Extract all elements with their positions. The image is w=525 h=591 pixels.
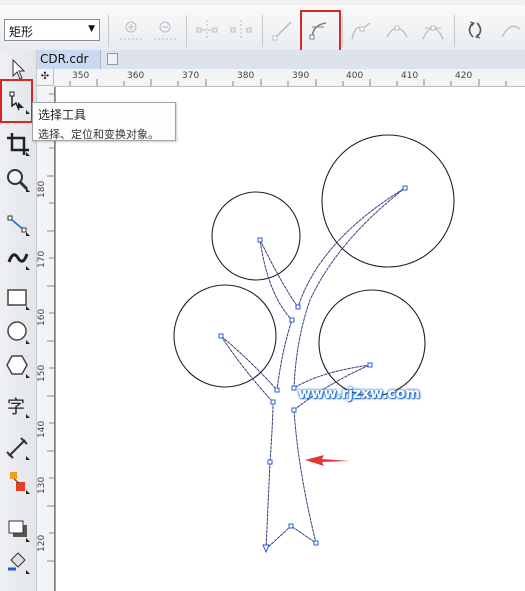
- add-node-button[interactable]: [116, 15, 146, 45]
- text-glyph-icon: 字: [7, 397, 30, 418]
- tooltip-title: 选择工具: [38, 108, 87, 122]
- delete-node-button[interactable]: [150, 15, 180, 45]
- v-tick-170: 170: [37, 250, 47, 268]
- freehand-tool[interactable]: [4, 210, 32, 238]
- separator: [108, 15, 109, 47]
- add-node-icon: [120, 21, 142, 40]
- join-nodes-button[interactable]: [192, 15, 222, 45]
- document-tab-bar: CDR.cdr: [37, 50, 525, 69]
- reverse-direction-button[interactable]: [460, 15, 490, 45]
- svg-text:字: 字: [7, 397, 25, 418]
- join-nodes-icon: [196, 20, 218, 40]
- text-tool[interactable]: 字: [4, 392, 32, 420]
- h-tick-400: 400: [346, 71, 364, 81]
- h-tick-390: 390: [292, 71, 310, 81]
- crop-tool[interactable]: [4, 130, 32, 158]
- drawing-canvas[interactable]: [55, 87, 525, 591]
- v-tick-180: 180: [37, 180, 47, 198]
- artistic-media-tool[interactable]: [4, 244, 32, 272]
- to-curve-icon: [309, 22, 327, 40]
- paint-bucket-icon: [8, 552, 30, 574]
- shape-type-dropdown[interactable]: 矩形 ▼: [4, 19, 100, 41]
- v-tick-120: 120: [37, 534, 47, 552]
- v-tick-160: 160: [37, 308, 47, 326]
- h-tick-370: 370: [182, 71, 200, 81]
- watermark-text: www.rjzxw.com: [298, 386, 420, 402]
- h-tick-380: 380: [237, 71, 255, 81]
- shadow-tool[interactable]: [4, 516, 32, 544]
- magnifier-icon: [7, 169, 30, 192]
- h-tick-360: 360: [127, 71, 145, 81]
- reverse-direction-icon: [468, 21, 482, 39]
- property-bar: 矩形 ▼: [0, 5, 525, 58]
- v-tick-150: 150: [37, 364, 47, 382]
- horizontal-ruler[interactable]: 350 360 370 380 390 400 410 420: [37, 69, 525, 87]
- h-tick-420: 420: [455, 71, 473, 81]
- dimension-tool[interactable]: [4, 434, 32, 462]
- ruler-origin[interactable]: ✣: [37, 69, 54, 86]
- ellipse-icon: [7, 321, 30, 344]
- rectangle-icon: [7, 289, 30, 310]
- blend-squares-icon: [10, 472, 30, 494]
- rectangle-tool[interactable]: [4, 284, 32, 312]
- h-tick-410: 410: [401, 71, 419, 81]
- symmetrical-node-icon: [422, 25, 444, 40]
- pick-tool[interactable]: [4, 56, 32, 84]
- tooltip-description: 选择、定位和变换对象。: [38, 128, 159, 141]
- drop-shadow-icon: [8, 520, 30, 542]
- polygon-tool[interactable]: [4, 352, 32, 380]
- bezier-pen-icon: [7, 215, 30, 236]
- cusp-node-button[interactable]: [346, 15, 376, 45]
- break-curve-icon: [230, 20, 252, 40]
- polygon-icon: [6, 355, 30, 378]
- horizontal-ruler-ticks: [69, 79, 507, 86]
- break-curve-button[interactable]: [226, 15, 256, 45]
- separator: [454, 15, 455, 47]
- ellipse-tool[interactable]: [4, 318, 32, 346]
- delete-node-icon: [154, 21, 176, 40]
- to-line-icon: [272, 21, 292, 41]
- to-curve-button[interactable]: [304, 15, 334, 45]
- shape-type-value: 矩形: [9, 25, 34, 39]
- v-tick-130: 130: [37, 476, 47, 494]
- separator: [342, 15, 343, 47]
- extract-subpath-button[interactable]: [494, 15, 524, 45]
- interactive-tool[interactable]: [4, 468, 32, 496]
- smooth-node-icon: [386, 25, 408, 38]
- smooth-node-button[interactable]: [382, 15, 412, 45]
- pointer-arrow-icon: [12, 58, 26, 80]
- v-tick-140: 140: [37, 420, 47, 438]
- tool-tooltip: 选择工具 选择、定位和变换对象。: [32, 102, 176, 141]
- zoom-tool[interactable]: [4, 166, 32, 194]
- vertical-ruler[interactable]: 180 170 160 150 140 130 120: [37, 86, 55, 591]
- cusp-node-icon: [351, 22, 371, 40]
- h-tick-350: 350: [72, 71, 90, 81]
- document-tab[interactable]: CDR.cdr: [37, 50, 101, 69]
- page-icon[interactable]: [107, 53, 118, 65]
- dimension-icon: [6, 437, 30, 460]
- shape-node-icon: [9, 91, 30, 114]
- fill-tool[interactable]: [4, 548, 32, 576]
- brush-stroke-icon: [7, 253, 30, 270]
- shape-tool[interactable]: [4, 88, 32, 116]
- separator: [262, 15, 263, 47]
- symmetrical-node-button[interactable]: [418, 15, 448, 45]
- chevron-down-icon: ▼: [88, 24, 95, 34]
- extract-subpath-icon: [501, 25, 521, 38]
- crop-icon: [7, 133, 30, 156]
- vertical-ruler-ticks: [47, 93, 54, 562]
- separator: [186, 15, 187, 47]
- to-line-button[interactable]: [268, 15, 298, 45]
